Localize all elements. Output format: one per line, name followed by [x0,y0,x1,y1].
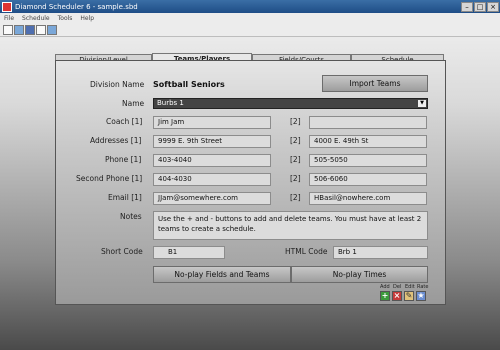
app-icon [2,1,12,12]
delete-team-icon[interactable]: × [392,291,402,301]
coach-2-label: [2] [290,117,301,126]
menu-schedule[interactable]: Schedule [18,15,54,22]
email-2-label: [2] [290,193,301,202]
no-play-times-button[interactable]: No-play Times [291,266,428,283]
rate-label: Rate [417,284,429,290]
minimize-button[interactable]: – [461,1,473,12]
short-code-field[interactable]: B1 [153,246,225,259]
coach-label: Coach [1] [106,117,143,126]
edit-label: Edit [405,284,415,290]
close-button[interactable]: × [487,1,499,12]
menu-file[interactable]: File [0,15,18,22]
html-code-label: HTML Code [285,247,328,256]
division-name-value: Softball Seniors [153,80,225,89]
no-play-fields-teams-button[interactable]: No-play Fields and Teams [153,266,291,283]
phone-label: Phone [1] [105,155,142,164]
second-phone-1-field[interactable]: 404-4030 [153,173,271,186]
short-code-label: Short Code [101,247,143,256]
import-teams-button[interactable]: Import Teams [322,75,428,92]
add-label: Add [380,284,390,290]
toolbar [0,23,500,37]
notes-textarea[interactable]: Use the + and - buttons to add and delet… [153,211,428,240]
window-title: Diamond Scheduler 6 - sample.sbd [15,2,138,11]
second-phone-2-label: [2] [290,174,301,183]
save-icon[interactable] [25,24,35,35]
open-folder-icon[interactable] [14,24,24,35]
notes-label: Notes [120,212,142,221]
phone-2-label: [2] [290,155,301,164]
chevron-down-icon[interactable]: ▼ [418,100,426,107]
team-name-select[interactable]: Burbs 1 ▼ [153,98,428,109]
email-2-field[interactable]: HBasil@nowhere.com [309,192,427,205]
menu-tools[interactable]: Tools [54,15,77,22]
email-1-field[interactable]: JJam@somewhere.com [153,192,271,205]
name-label: Name [122,99,145,108]
phone-2-field[interactable]: 505-5050 [309,154,427,167]
del-label: Del [393,284,402,290]
maximize-button[interactable]: □ [474,1,486,12]
title-bar: Diamond Scheduler 6 - sample.sbd – □ × [0,0,500,13]
addresses-label: Addresses [1] [90,136,142,145]
menu-help[interactable]: Help [76,15,98,22]
team-name-value: Burbs 1 [157,99,184,107]
division-name-label: Division Name [90,80,145,89]
html-code-field[interactable]: Brb 1 [333,246,428,259]
help-icon[interactable] [47,24,57,35]
coach-1-field[interactable]: Jim Jam [153,116,271,129]
address-2-field[interactable]: 4000 E. 49th St [309,135,427,148]
rate-team-icon[interactable]: ★ [416,291,426,301]
email-label: Email [1] [108,193,142,202]
edit-team-icon[interactable]: ✎ [404,291,414,301]
address-2-label: [2] [290,136,301,145]
second-phone-2-field[interactable]: 506-6060 [309,173,427,186]
phone-1-field[interactable]: 403-4040 [153,154,271,167]
coach-2-field[interactable] [309,116,427,129]
second-phone-label: Second Phone [1] [76,174,143,183]
print-icon[interactable] [36,24,46,35]
add-team-icon[interactable]: + [380,291,390,301]
address-1-field[interactable]: 9999 E. 9th Street [153,135,271,148]
new-file-icon[interactable] [3,24,13,35]
